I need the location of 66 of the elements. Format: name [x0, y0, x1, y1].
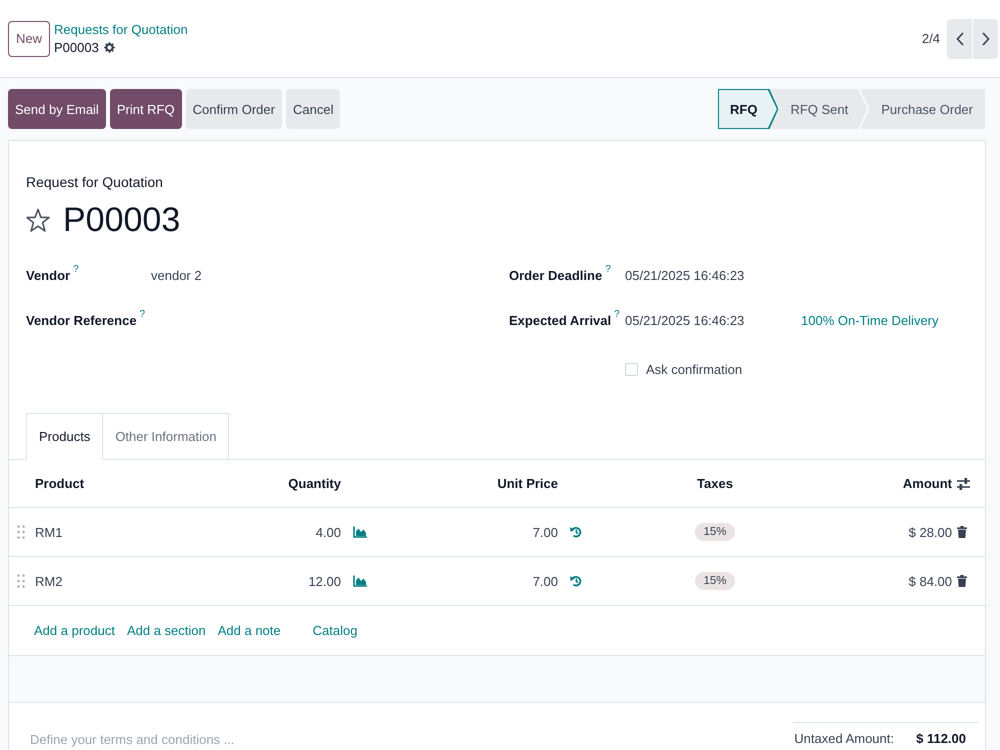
form-subtitle: Request for Quotation — [26, 173, 163, 192]
column-header[interactable]: Taxes — [697, 476, 733, 491]
pager-value[interactable]: 2/4 — [922, 31, 940, 46]
table-cell: 4.00 — [316, 524, 341, 540]
drag-handle-icon[interactable] — [17, 574, 25, 588]
on-time-delivery-link[interactable]: 100% On-Time Delivery — [801, 312, 939, 328]
field-label: Vendor — [26, 268, 70, 282]
status-step[interactable]: RFQ — [718, 89, 778, 129]
sliders-icon[interactable] — [957, 478, 970, 490]
catalog-link[interactable]: Catalog — [312, 623, 358, 638]
trash-icon[interactable] — [957, 526, 967, 538]
chevron-right-icon — [982, 32, 990, 46]
record-title: P00003 — [63, 200, 180, 240]
help-tooltip-mark[interactable]: ? — [73, 264, 79, 274]
gear-icon[interactable] — [104, 42, 115, 53]
star-icon[interactable] — [26, 208, 50, 232]
add-line-link[interactable]: Add a product — [34, 623, 115, 638]
tab[interactable]: Other Information — [103, 413, 230, 460]
total-label: Untaxed Amount: — [794, 731, 894, 747]
action-button[interactable]: Print RFQ — [110, 89, 182, 129]
table-cell: 7.00 — [532, 524, 558, 540]
column-header[interactable]: Amount — [902, 476, 952, 491]
new-button[interactable]: New — [8, 20, 50, 56]
table-cell: 12.00 — [308, 574, 341, 588]
table-cell: $ 84.00 — [908, 574, 952, 588]
table-cell: RM1 — [35, 524, 62, 540]
tax-tag: 15% — [695, 572, 735, 590]
column-header[interactable]: Unit Price — [497, 476, 558, 491]
table-cell: $ 28.00 — [908, 524, 952, 540]
help-tooltip-mark[interactable]: ? — [140, 310, 146, 320]
column-header[interactable]: Product — [35, 476, 84, 491]
status-step[interactable]: Purchase Order — [869, 89, 985, 129]
total-value: $ 112.00 — [916, 731, 966, 747]
action-button[interactable]: Cancel — [286, 89, 340, 129]
history-icon[interactable] — [570, 575, 582, 587]
drag-handle-icon[interactable] — [17, 525, 25, 539]
history-icon[interactable] — [570, 526, 582, 538]
action-button[interactable]: Confirm Order — [186, 89, 282, 129]
table-cell: 7.00 — [532, 574, 558, 588]
status-step[interactable]: RFQ Sent — [778, 89, 870, 129]
breadcrumb-current: P00003 — [54, 38, 99, 56]
field-value[interactable]: vendor 2 — [151, 268, 202, 282]
checkbox[interactable] — [625, 362, 638, 376]
tab[interactable]: Products — [26, 413, 104, 460]
breadcrumb-link[interactable]: Requests for Quotation — [54, 20, 188, 38]
area-chart-icon[interactable] — [353, 526, 367, 538]
column-header[interactable]: Quantity — [288, 476, 341, 491]
terms-field[interactable]: Define your terms and conditions ... — [30, 731, 773, 749]
add-line-link[interactable]: Add a section — [126, 623, 206, 638]
help-tooltip-mark[interactable]: ? — [614, 310, 620, 320]
action-button[interactable]: Send by Email — [8, 89, 106, 129]
chevron-left-icon — [956, 32, 964, 46]
previous-button[interactable] — [947, 18, 972, 58]
checkbox-label[interactable]: Ask confirmation — [646, 362, 742, 376]
tax-tag: 15% — [695, 523, 735, 541]
area-chart-icon[interactable] — [353, 575, 367, 587]
field-label: Order Deadline — [509, 268, 602, 282]
help-tooltip-mark[interactable]: ? — [605, 264, 611, 274]
field-label: Expected Arrival — [509, 312, 612, 328]
field-value[interactable]: 05/21/2025 16:46:23 — [625, 312, 744, 328]
add-line-link[interactable]: Add a note — [218, 623, 281, 638]
field-value[interactable]: 05/21/2025 16:46:23 — [625, 268, 744, 282]
trash-icon[interactable] — [957, 575, 967, 587]
table-cell: RM2 — [35, 574, 62, 588]
next-button[interactable] — [973, 18, 998, 58]
field-label: Vendor Reference — [26, 312, 137, 328]
